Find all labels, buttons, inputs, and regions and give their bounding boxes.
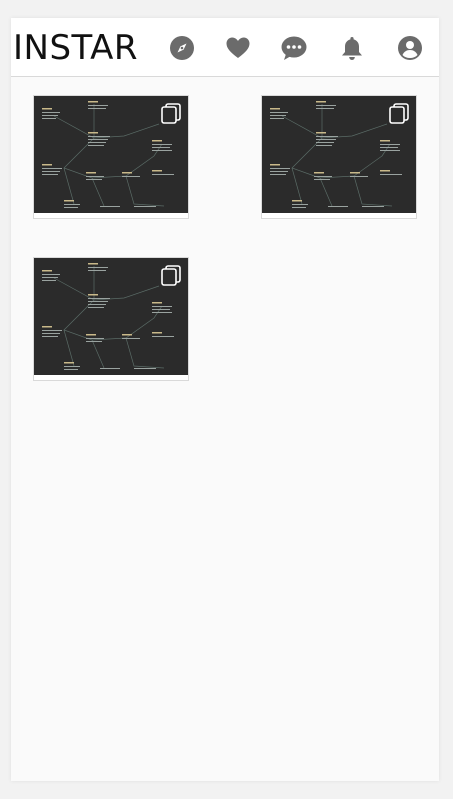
profile-icon[interactable]: [397, 35, 423, 61]
heart-icon[interactable]: [225, 35, 251, 61]
multiple-images-icon: [160, 264, 182, 286]
multiple-images-icon: [160, 102, 182, 124]
multiple-images-icon: [388, 102, 410, 124]
top-bar: INSTAR: [11, 18, 439, 77]
post-tile[interactable]: [33, 95, 189, 219]
post-tile[interactable]: [33, 257, 189, 381]
chat-bubble-icon[interactable]: [281, 35, 307, 61]
post-tile[interactable]: [261, 95, 417, 219]
compass-icon[interactable]: [169, 35, 195, 61]
app-frame: INSTAR: [11, 18, 439, 781]
bell-icon[interactable]: [339, 35, 365, 61]
app-logo[interactable]: INSTAR: [13, 28, 138, 68]
